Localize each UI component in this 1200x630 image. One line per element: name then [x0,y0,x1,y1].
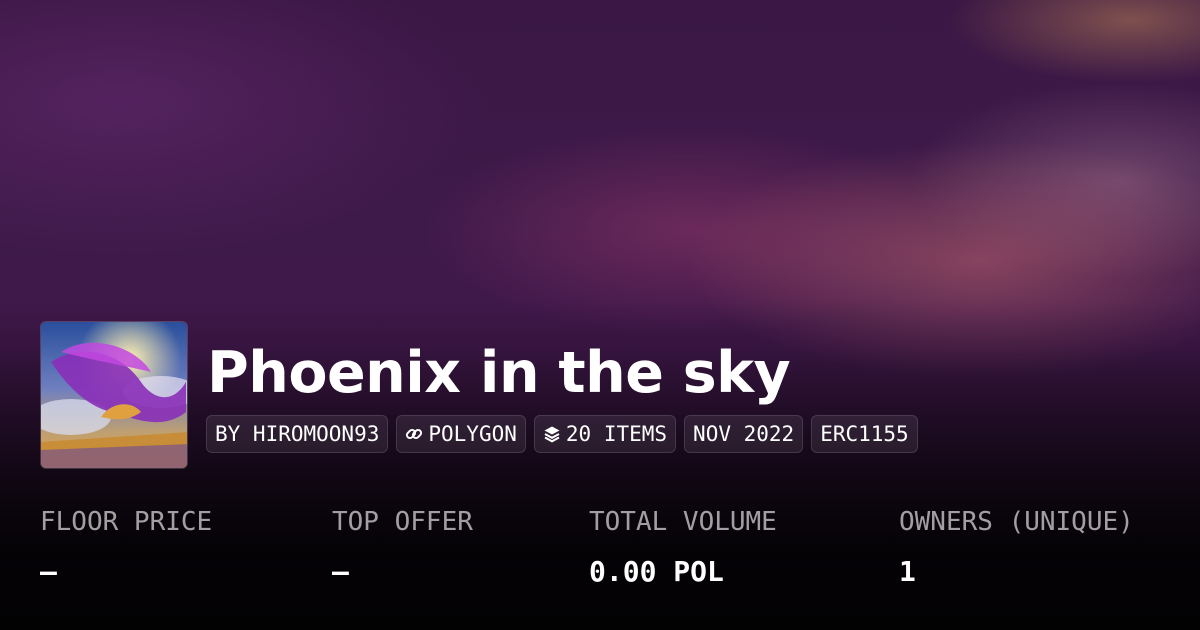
total-volume-value: 0.00 POL [589,555,724,588]
items-badge-label: 20 ITEMS [565,422,668,446]
chain-badge[interactable]: POLYGON [396,415,526,453]
top-offer-value: – [332,555,349,588]
layers-icon [543,425,561,443]
owners-value: 1 [899,555,916,588]
collection-title: Phoenix in the sky [207,340,791,406]
floor-price-label: FLOOR PRICE [40,507,213,537]
floor-price-value: – [40,555,57,588]
date-badge: NOV 2022 [684,415,804,453]
items-badge[interactable]: 20 ITEMS [533,415,677,453]
top-offer-label: TOP OFFER [332,507,473,537]
collection-avatar [40,321,188,469]
collection-badges: BY HIROMOON93 POLYGON 20 ITEMS NOV 2022 … [206,415,918,453]
total-volume-stat: TOTAL VOLUME 0.00 POL [589,505,777,589]
standard-badge-label: ERC1155 [820,422,909,446]
total-volume-label: TOTAL VOLUME [589,507,777,537]
owners-stat: OWNERS (UNIQUE) 1 [899,505,1134,589]
link-icon [405,425,423,443]
owners-label: OWNERS (UNIQUE) [899,507,1134,537]
top-offer-stat: TOP OFFER – [332,505,473,589]
date-badge-label: NOV 2022 [693,422,795,446]
chain-badge-label: POLYGON [428,422,517,446]
creator-badge-label: BY HIROMOON93 [215,422,380,446]
standard-badge: ERC1155 [811,415,918,453]
floor-price-stat: FLOOR PRICE – [40,505,212,589]
creator-badge[interactable]: BY HIROMOON93 [206,415,389,453]
